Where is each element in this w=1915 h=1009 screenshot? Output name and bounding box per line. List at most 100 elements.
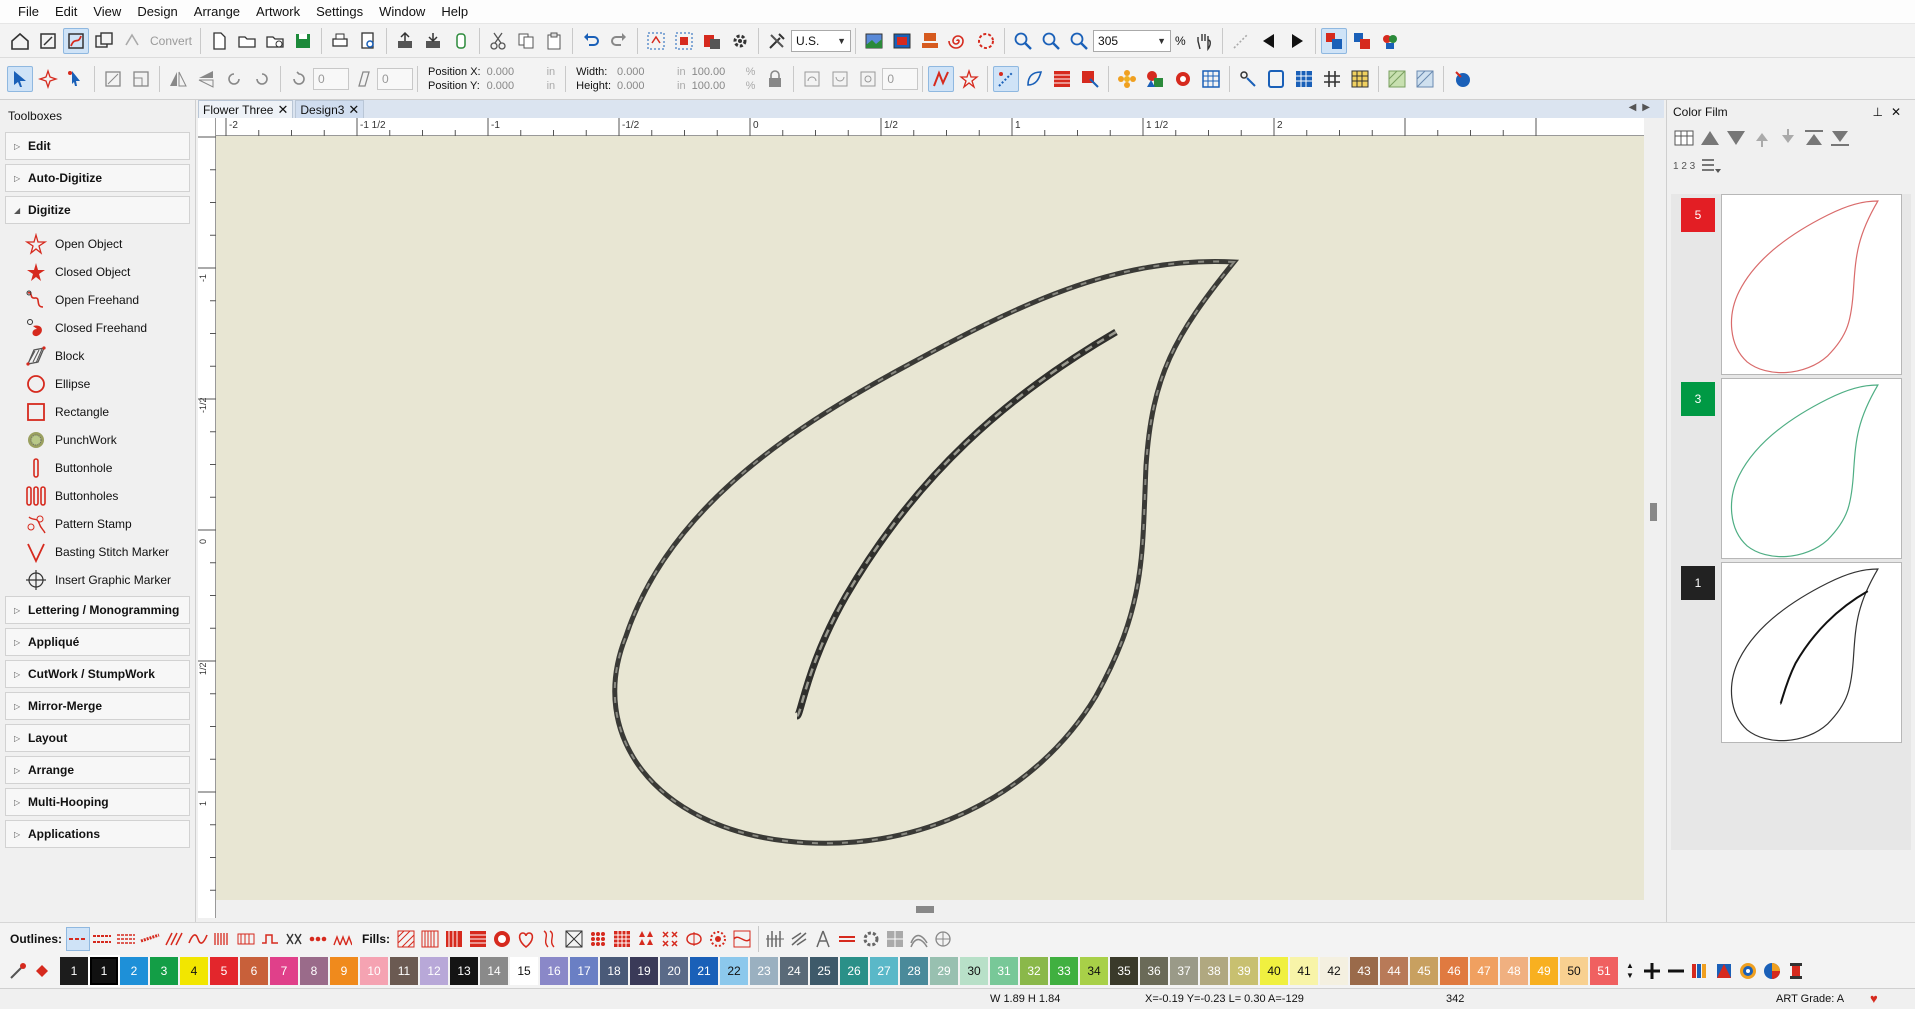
tool-punchwork[interactable]: PunchWork bbox=[0, 426, 195, 454]
outline-stitch-4-icon[interactable] bbox=[138, 927, 162, 951]
menu-view[interactable]: View bbox=[85, 0, 129, 24]
menu-settings[interactable]: Settings bbox=[308, 0, 371, 24]
zoom-out-icon[interactable] bbox=[1066, 28, 1092, 54]
thread-color-16[interactable]: 16 bbox=[540, 957, 568, 985]
thread-color-45[interactable]: 45 bbox=[1410, 957, 1438, 985]
rotate-free-icon[interactable] bbox=[855, 66, 881, 92]
outline-stitch-1-icon[interactable] bbox=[66, 926, 91, 951]
thread-color-20[interactable]: 20 bbox=[660, 957, 688, 985]
thread-color-10[interactable]: 10 bbox=[360, 957, 388, 985]
thread-color-19[interactable]: 19 bbox=[630, 957, 658, 985]
leaf-outline[interactable] bbox=[612, 259, 1240, 846]
stitch-effect-4-icon[interactable] bbox=[835, 927, 859, 951]
section-layout[interactable]: ▷ Layout bbox=[5, 724, 190, 752]
color-film-thumbnail[interactable] bbox=[1721, 378, 1902, 559]
background-icon[interactable] bbox=[861, 28, 887, 54]
stitch-effect-7-icon[interactable] bbox=[907, 927, 931, 951]
rotate-step-input[interactable]: 0 bbox=[882, 67, 919, 90]
previous-icon[interactable] bbox=[1256, 28, 1282, 54]
tool-rectangle[interactable]: Rectangle bbox=[0, 398, 195, 426]
color-swatch[interactable]: 5 bbox=[1681, 198, 1715, 232]
width-percent-input[interactable]: 100.00 bbox=[692, 66, 740, 78]
thread-color-44[interactable]: 44 bbox=[1380, 957, 1408, 985]
thread-color-5[interactable]: 5 bbox=[210, 957, 238, 985]
fill-stitch-13-icon[interactable] bbox=[682, 927, 706, 951]
node-select-icon[interactable] bbox=[63, 66, 89, 92]
thread-color-28[interactable]: 28 bbox=[900, 957, 928, 985]
thread-color-23[interactable]: 23 bbox=[750, 957, 778, 985]
resize-icon[interactable] bbox=[100, 66, 126, 92]
fill-stitch-15-icon[interactable] bbox=[730, 927, 754, 951]
stamp-icon[interactable] bbox=[917, 28, 943, 54]
eyedropper-icon[interactable] bbox=[6, 959, 30, 983]
thread-color-4[interactable]: 4 bbox=[180, 957, 208, 985]
thread-color-25[interactable]: 25 bbox=[810, 957, 838, 985]
convert-label[interactable]: Convert bbox=[150, 34, 192, 48]
thread-color-21[interactable]: 21 bbox=[690, 957, 718, 985]
rotate-15-left-icon[interactable] bbox=[799, 66, 825, 92]
section-cutwork-stumpwork[interactable]: ▷ CutWork / StumpWork bbox=[5, 660, 190, 688]
help-assistant-icon[interactable] bbox=[1449, 66, 1475, 92]
section-lettering-monogramming[interactable]: ▷ Lettering / Monogramming bbox=[5, 596, 190, 624]
thread-color-41[interactable]: 41 bbox=[1290, 957, 1318, 985]
rotate-angle-input[interactable]: 0 bbox=[313, 67, 349, 90]
show-outlines-icon[interactable] bbox=[1021, 66, 1047, 92]
shapes-icon[interactable] bbox=[1142, 66, 1168, 92]
thread-color-1[interactable]: 1 bbox=[88, 955, 120, 987]
vertical-scroll-thumb[interactable] bbox=[1650, 503, 1657, 521]
color-film-thumbnail[interactable] bbox=[1721, 194, 1902, 375]
stitch-direction-icon[interactable] bbox=[928, 65, 955, 92]
point-select-icon[interactable] bbox=[35, 66, 61, 92]
fill-stitch-12-icon[interactable] bbox=[658, 927, 682, 951]
outline-stitch-10-icon[interactable] bbox=[282, 927, 306, 951]
outline-stitch-2-icon[interactable] bbox=[90, 927, 114, 951]
thread-color-31[interactable]: 31 bbox=[990, 957, 1018, 985]
stitch-effect-8-icon[interactable] bbox=[931, 927, 955, 951]
fill-stitch-11-icon[interactable] bbox=[634, 927, 658, 951]
move-to-bottom-icon[interactable] bbox=[1829, 127, 1851, 149]
fill-stitch-5-icon[interactable] bbox=[490, 927, 514, 951]
zoom-dropdown[interactable]: 305 ▼ bbox=[1093, 29, 1172, 52]
stitch-player-icon[interactable] bbox=[1228, 28, 1254, 54]
thread-color-9[interactable]: 9 bbox=[330, 957, 358, 985]
color-film-thumbnail[interactable] bbox=[1721, 562, 1902, 743]
move-to-top-icon[interactable] bbox=[1803, 127, 1825, 149]
fill-stitch-14-icon[interactable] bbox=[706, 927, 730, 951]
tool-buttonholes[interactable]: Buttonholes bbox=[0, 482, 195, 510]
tool-buttonhole[interactable]: Buttonhole bbox=[0, 454, 195, 482]
mirror-horizontal-icon[interactable] bbox=[165, 66, 191, 92]
thread-color-18[interactable]: 18 bbox=[600, 957, 628, 985]
color-film-item[interactable]: 5 bbox=[1671, 194, 1911, 378]
fill-stitch-6-icon[interactable] bbox=[514, 927, 538, 951]
color-film-item[interactable]: 3 bbox=[1671, 378, 1911, 562]
color-swatch[interactable]: 3 bbox=[1681, 382, 1715, 416]
thread-color-29[interactable]: 29 bbox=[930, 957, 958, 985]
thread-color-17[interactable]: 17 bbox=[570, 957, 598, 985]
thread-icon[interactable] bbox=[1377, 28, 1403, 54]
fill-stitch-3-icon[interactable] bbox=[442, 927, 466, 951]
thread-color-26[interactable]: 26 bbox=[840, 957, 868, 985]
rotate-left-45-icon[interactable] bbox=[221, 66, 247, 92]
tab-flower-three[interactable]: Flower Three ✕ bbox=[198, 100, 294, 118]
tool-basting-stitch-marker[interactable]: Basting Stitch Marker bbox=[0, 538, 195, 566]
color-wheel-icon[interactable] bbox=[1736, 959, 1760, 983]
move-down-one-icon[interactable] bbox=[1777, 127, 1799, 149]
thread-chart-icon[interactable] bbox=[1688, 959, 1712, 983]
tool-pattern-stamp[interactable]: Pattern Stamp bbox=[0, 510, 195, 538]
zoom-fit-icon[interactable] bbox=[1010, 28, 1036, 54]
section-multi-hooping[interactable]: ▷ Multi-Hooping bbox=[5, 788, 190, 816]
copy-icon[interactable] bbox=[513, 28, 539, 54]
print-preview-icon[interactable] bbox=[355, 28, 381, 54]
open-recent-icon[interactable] bbox=[262, 28, 288, 54]
hash-grid-icon[interactable] bbox=[1319, 66, 1345, 92]
save-icon[interactable] bbox=[290, 28, 316, 54]
thread-color-24[interactable]: 24 bbox=[780, 957, 808, 985]
section-mirror-merge[interactable]: ▷ Mirror-Merge bbox=[5, 692, 190, 720]
scroll-down-icon[interactable]: ▼ bbox=[1626, 971, 1634, 981]
grid-icon[interactable] bbox=[1198, 66, 1224, 92]
zoom-in-icon[interactable] bbox=[1038, 28, 1064, 54]
stitch-effect-5-icon[interactable] bbox=[859, 927, 883, 951]
fill-stitch-9-icon[interactable] bbox=[586, 927, 610, 951]
show-objects-icon[interactable] bbox=[1320, 27, 1347, 54]
slant-icon[interactable] bbox=[350, 66, 376, 92]
